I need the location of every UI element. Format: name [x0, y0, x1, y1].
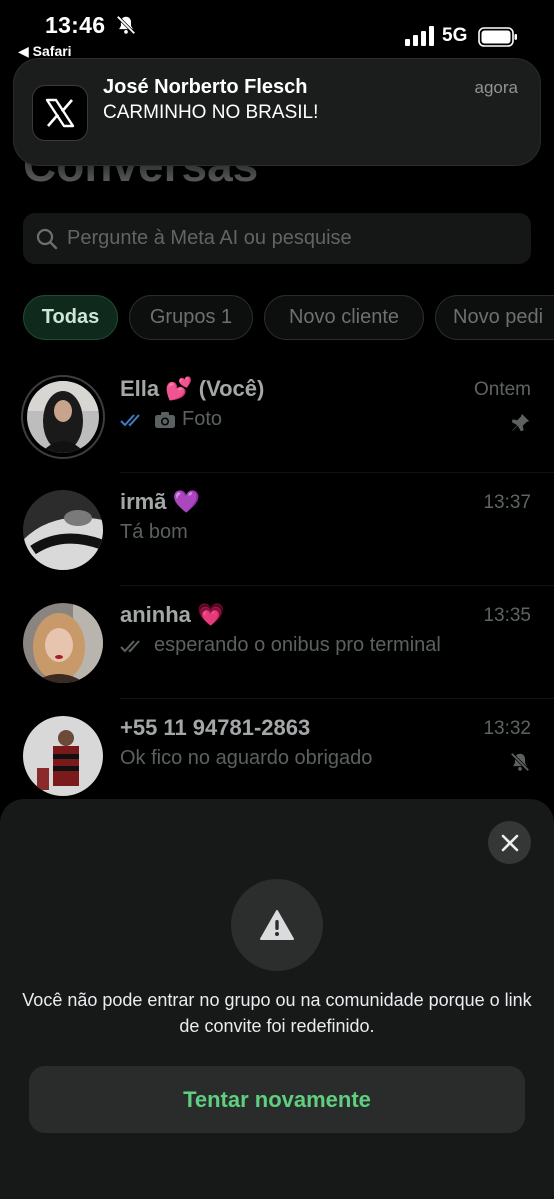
chat-row[interactable]: Ella 💕 (Você) Ontem Foto [0, 360, 554, 473]
filter-chip-novo-pedido[interactable]: Novo pedi [435, 295, 554, 340]
chat-row[interactable]: aninha 💗 13:35 esperando o onibus pro te… [0, 586, 554, 699]
chat-time: 13:35 [483, 605, 531, 626]
chat-preview-text: Tá bom [120, 521, 188, 543]
chat-preview: Ok fico no aguardo obrigado [120, 747, 372, 770]
double-check-icon [120, 639, 140, 652]
chat-time: 13:37 [483, 492, 531, 513]
warning-badge [231, 879, 323, 971]
signal-icon [405, 26, 434, 46]
notification-time: agora [474, 78, 518, 97]
filter-chip-novo-cliente[interactable]: Novo cliente [264, 295, 424, 340]
notification-title: José Norberto Flesch [103, 76, 308, 98]
chat-preview: esperando o onibus pro terminal [120, 634, 441, 657]
avatar [21, 375, 105, 459]
network-type: 5G [442, 25, 468, 46]
notification-body: CARMINHO NO BRASIL! [103, 102, 319, 123]
chat-preview-text: Ok fico no aguardo obrigado [120, 747, 373, 769]
avatar [23, 603, 103, 683]
bell-off-icon [116, 15, 136, 35]
filter-chip-todas[interactable]: Todas [23, 295, 118, 340]
chat-name: irmã 💜 [120, 489, 200, 514]
search-icon [36, 228, 58, 250]
chat-name: +55 11 94781-2863 [120, 715, 311, 740]
avatar [23, 490, 103, 570]
close-button[interactable] [488, 821, 531, 864]
chat-time: 13:32 [483, 718, 531, 739]
x-logo-icon [32, 85, 88, 141]
chat-row[interactable]: +55 11 94781-2863 13:32 Ok fico no aguar… [0, 699, 554, 812]
battery-icon [478, 27, 517, 47]
chat-preview-text: esperando o onibus pro terminal [154, 634, 441, 656]
chat-preview-text: Foto [182, 408, 223, 430]
warning-icon [260, 910, 294, 940]
search-input[interactable]: Pergunte à Meta AI ou pesquise [67, 227, 352, 250]
bell-off-icon [510, 752, 530, 772]
back-to-safari-link[interactable]: ◀ Safari [18, 43, 72, 60]
retry-button[interactable]: Tentar novamente [29, 1066, 525, 1133]
push-notification[interactable]: José Norberto Flesch CARMINHO NO BRASIL!… [13, 58, 541, 166]
filter-chips: Todas Grupos 1 Novo cliente Novo pedi [23, 295, 554, 340]
search-bar[interactable]: Pergunte à Meta AI ou pesquise [23, 213, 531, 264]
chat-preview: Tá bom [120, 521, 188, 544]
chat-name: aninha 💗 [120, 602, 225, 627]
error-message: Você não pode entrar no grupo ou na comu… [22, 990, 532, 1036]
close-icon [501, 834, 518, 851]
chat-preview: Foto [120, 408, 222, 431]
avatar [23, 716, 103, 796]
status-bar: 13:46 ◀ Safari 5G [0, 0, 554, 62]
double-check-icon [120, 413, 140, 426]
chat-name: Ella 💕 (Você) [120, 376, 265, 401]
invite-error-sheet: Você não pode entrar no grupo ou na comu… [0, 799, 554, 1199]
chat-row[interactable]: irmã 💜 13:37 Tá bom [0, 473, 554, 586]
pin-icon [511, 413, 530, 432]
filter-chip-grupos[interactable]: Grupos 1 [129, 295, 253, 340]
camera-icon [155, 411, 175, 428]
chat-time: Ontem [473, 379, 531, 400]
status-time: 13:46 [45, 12, 106, 38]
